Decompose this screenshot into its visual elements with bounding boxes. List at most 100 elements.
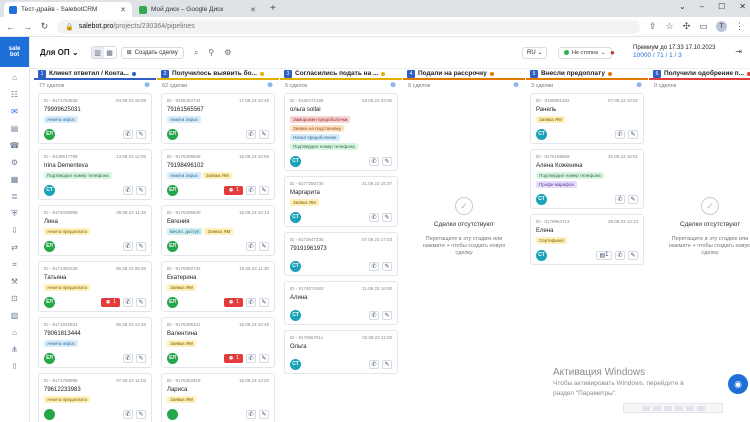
avatar[interactable]: ЕЛ xyxy=(167,296,178,308)
edit-icon[interactable]: ✎ xyxy=(628,129,638,139)
edit-icon[interactable]: ✎ xyxy=(382,156,392,166)
star-icon[interactable]: ☆ xyxy=(665,21,674,32)
chat-icon[interactable]: ✆ xyxy=(615,194,625,204)
deal-card[interactable]: ID - 8171764938 04.09.23 16:08 799996250… xyxy=(38,93,152,144)
salebot-logo[interactable]: sale bot xyxy=(0,37,29,67)
deal-card[interactable]: ID - 8180472185 03.09.23 03:06 ольга sol… xyxy=(284,93,398,171)
browser-tab-google-drive[interactable]: Мой диск – Google Диск ✕ xyxy=(134,2,262,17)
chat-icon[interactable]: ✆ xyxy=(246,129,256,139)
avatar[interactable]: ЕЛ xyxy=(44,352,55,364)
shield-icon[interactable]: ⛨ xyxy=(10,209,20,219)
download-icon[interactable]: ⇩ xyxy=(10,226,20,236)
column-header[interactable]: 3 Согласились подать на ... xyxy=(280,69,402,80)
avatar[interactable]: СТ xyxy=(290,358,301,370)
avatar[interactable]: ЕЛ xyxy=(167,240,178,252)
address-bar[interactable]: 🔒 salebot.pro/projects/230364/pipelines xyxy=(57,19,640,34)
chat-icon[interactable]: ✆ xyxy=(615,250,625,260)
exit-icon[interactable]: ⇥ xyxy=(735,47,742,56)
deal-card[interactable]: ID - 8174074183 11.09.23 16:00 Алина СТ … xyxy=(284,281,398,325)
deal-card[interactable]: ID - 8175309638 15.08.23 10:59 791984961… xyxy=(161,149,275,200)
maximize-icon[interactable]: ☐ xyxy=(718,2,725,11)
edit-icon[interactable]: ✎ xyxy=(259,297,269,307)
avatar[interactable]: СТ xyxy=(536,193,547,205)
avatar[interactable]: ЕЛ xyxy=(167,128,178,140)
edit-icon[interactable]: ✎ xyxy=(136,241,146,251)
language-select[interactable]: RU ⌄ xyxy=(522,46,548,59)
add-deal-icon[interactable]: ⊕ xyxy=(513,81,519,89)
column-header[interactable]: 4 Подали на рассрочку xyxy=(403,69,525,80)
chat-icon[interactable]: ✆ xyxy=(123,353,133,363)
task-counter[interactable]: ▤ 1 xyxy=(596,250,612,260)
chat-icon[interactable]: ✆ xyxy=(369,261,379,271)
add-deal-icon[interactable]: ⊕ xyxy=(390,81,396,89)
code-icon[interactable]: ⌗ xyxy=(10,260,20,270)
deal-card[interactable]: ID - 8172039988 06.08.23 11:26 Лина Анке… xyxy=(38,205,152,256)
close-window-icon[interactable]: ✕ xyxy=(739,2,746,11)
cart-icon[interactable]: ⊡ xyxy=(10,294,20,304)
avatar[interactable]: ЕЛ xyxy=(167,184,178,196)
avatar[interactable]: ЕЛ xyxy=(44,240,55,252)
edit-icon[interactable]: ✎ xyxy=(136,297,146,307)
edit-icon[interactable]: ✎ xyxy=(628,194,638,204)
deal-card[interactable]: ID - 8171360226 06.08.23 06:36 Татьяна А… xyxy=(38,261,152,312)
edit-icon[interactable]: ✎ xyxy=(628,250,638,260)
deal-card[interactable]: ID - 8177350730 21.09.23 15:37 Маргарита… xyxy=(284,176,398,227)
chat-icon[interactable]: ✆ xyxy=(246,241,256,251)
deal-card[interactable]: ID - 8171642831 06.08.23 12:46 790618134… xyxy=(38,317,152,368)
deal-card[interactable]: ID - 8176168659 20.09.23 16:01 Алена Кож… xyxy=(530,149,644,209)
list-icon[interactable]: ≣ xyxy=(10,192,20,202)
create-deal-button[interactable]: ⊞ Создать сделку xyxy=(120,46,184,59)
avatar[interactable]: СТ xyxy=(536,249,547,261)
wallet-icon[interactable]: ▤ xyxy=(10,124,20,134)
column-header[interactable]: 1 Клиент ответил / Конта... xyxy=(34,69,156,80)
chat-icon[interactable]: ✆ xyxy=(246,409,256,419)
close-icon[interactable]: ✕ xyxy=(250,6,256,14)
list-view-icon[interactable]: ▦ xyxy=(104,47,116,58)
chatbot-widget-button[interactable]: ◉ xyxy=(728,374,748,394)
avatar[interactable] xyxy=(167,408,178,420)
edit-icon[interactable]: ✎ xyxy=(259,353,269,363)
deal-card[interactable]: ID - 8175300732 15.08.23 11:30 Екатерина… xyxy=(161,261,275,312)
column-header[interactable]: 6 Получили одобрение п... xyxy=(649,69,750,80)
profile-avatar[interactable]: T xyxy=(716,21,727,32)
deal-card[interactable]: ID - 8175286640 15.08.23 10:13 Евгения Б… xyxy=(161,205,275,256)
avatar[interactable]: ЕЛ xyxy=(167,352,178,364)
chat-icon[interactable]: ✆ xyxy=(369,212,379,222)
avatar[interactable]: СТ xyxy=(290,211,301,223)
unread-badge[interactable]: ⏰ 1 xyxy=(224,185,243,195)
notification-icon[interactable]: ● xyxy=(610,48,615,57)
edit-icon[interactable]: ✎ xyxy=(382,359,392,369)
chat-icon[interactable]: ✆ xyxy=(123,297,133,307)
menu-icon[interactable]: ⋮ xyxy=(735,21,744,32)
add-deal-icon[interactable]: ⊕ xyxy=(144,81,150,89)
add-deal-icon[interactable]: ⊕ xyxy=(267,81,273,89)
extensions-icon[interactable]: ✣ xyxy=(682,21,691,32)
edit-icon[interactable]: ✎ xyxy=(136,353,146,363)
new-tab-button[interactable]: + xyxy=(264,3,282,17)
chat-icon[interactable]: ✆ xyxy=(246,297,256,307)
avatar[interactable]: ЕЛ xyxy=(44,128,55,140)
avatar[interactable]: СТ xyxy=(536,128,547,140)
horizontal-scrollbar[interactable] xyxy=(623,403,723,413)
deal-card[interactable]: ID - 8179964713 28.09.23 13:13 Елена Сер… xyxy=(530,214,644,265)
chat-icon[interactable]: ✆ xyxy=(123,129,133,139)
edit-icon[interactable]: ✎ xyxy=(382,212,392,222)
kanban-view-icon[interactable]: ▥ xyxy=(91,47,104,58)
filter-icon[interactable]: ⚲ xyxy=(208,48,214,57)
deal-card[interactable]: ID - 8173847235 07.09.23 17:03 791919619… xyxy=(284,232,398,276)
chat-icon[interactable]: ✆ xyxy=(246,185,256,195)
chart-icon[interactable]: ▨ xyxy=(10,311,20,321)
store-icon[interactable]: ⌂ xyxy=(10,328,20,338)
grid-icon[interactable]: ▦ xyxy=(10,175,20,185)
add-deal-icon[interactable]: ⊕ xyxy=(636,81,642,89)
deal-card[interactable]: ID - 8149517799 13.08.23 12:05 Irina Dem… xyxy=(38,149,152,200)
unread-badge[interactable]: ⏰ 1 xyxy=(224,353,243,363)
home-icon[interactable]: ⌂ xyxy=(10,73,20,83)
deal-card[interactable]: ID - 8175302618 15.08.23 13:20 Лариса За… xyxy=(161,373,275,422)
avatar[interactable]: СТ xyxy=(290,260,301,272)
hierarchy-icon[interactable]: ⋔ xyxy=(10,345,20,355)
people-icon[interactable]: ☷ xyxy=(10,90,20,100)
minimize-icon[interactable]: – xyxy=(700,2,704,11)
edit-icon[interactable]: ✎ xyxy=(382,261,392,271)
reload-icon[interactable]: ↻ xyxy=(40,21,49,32)
